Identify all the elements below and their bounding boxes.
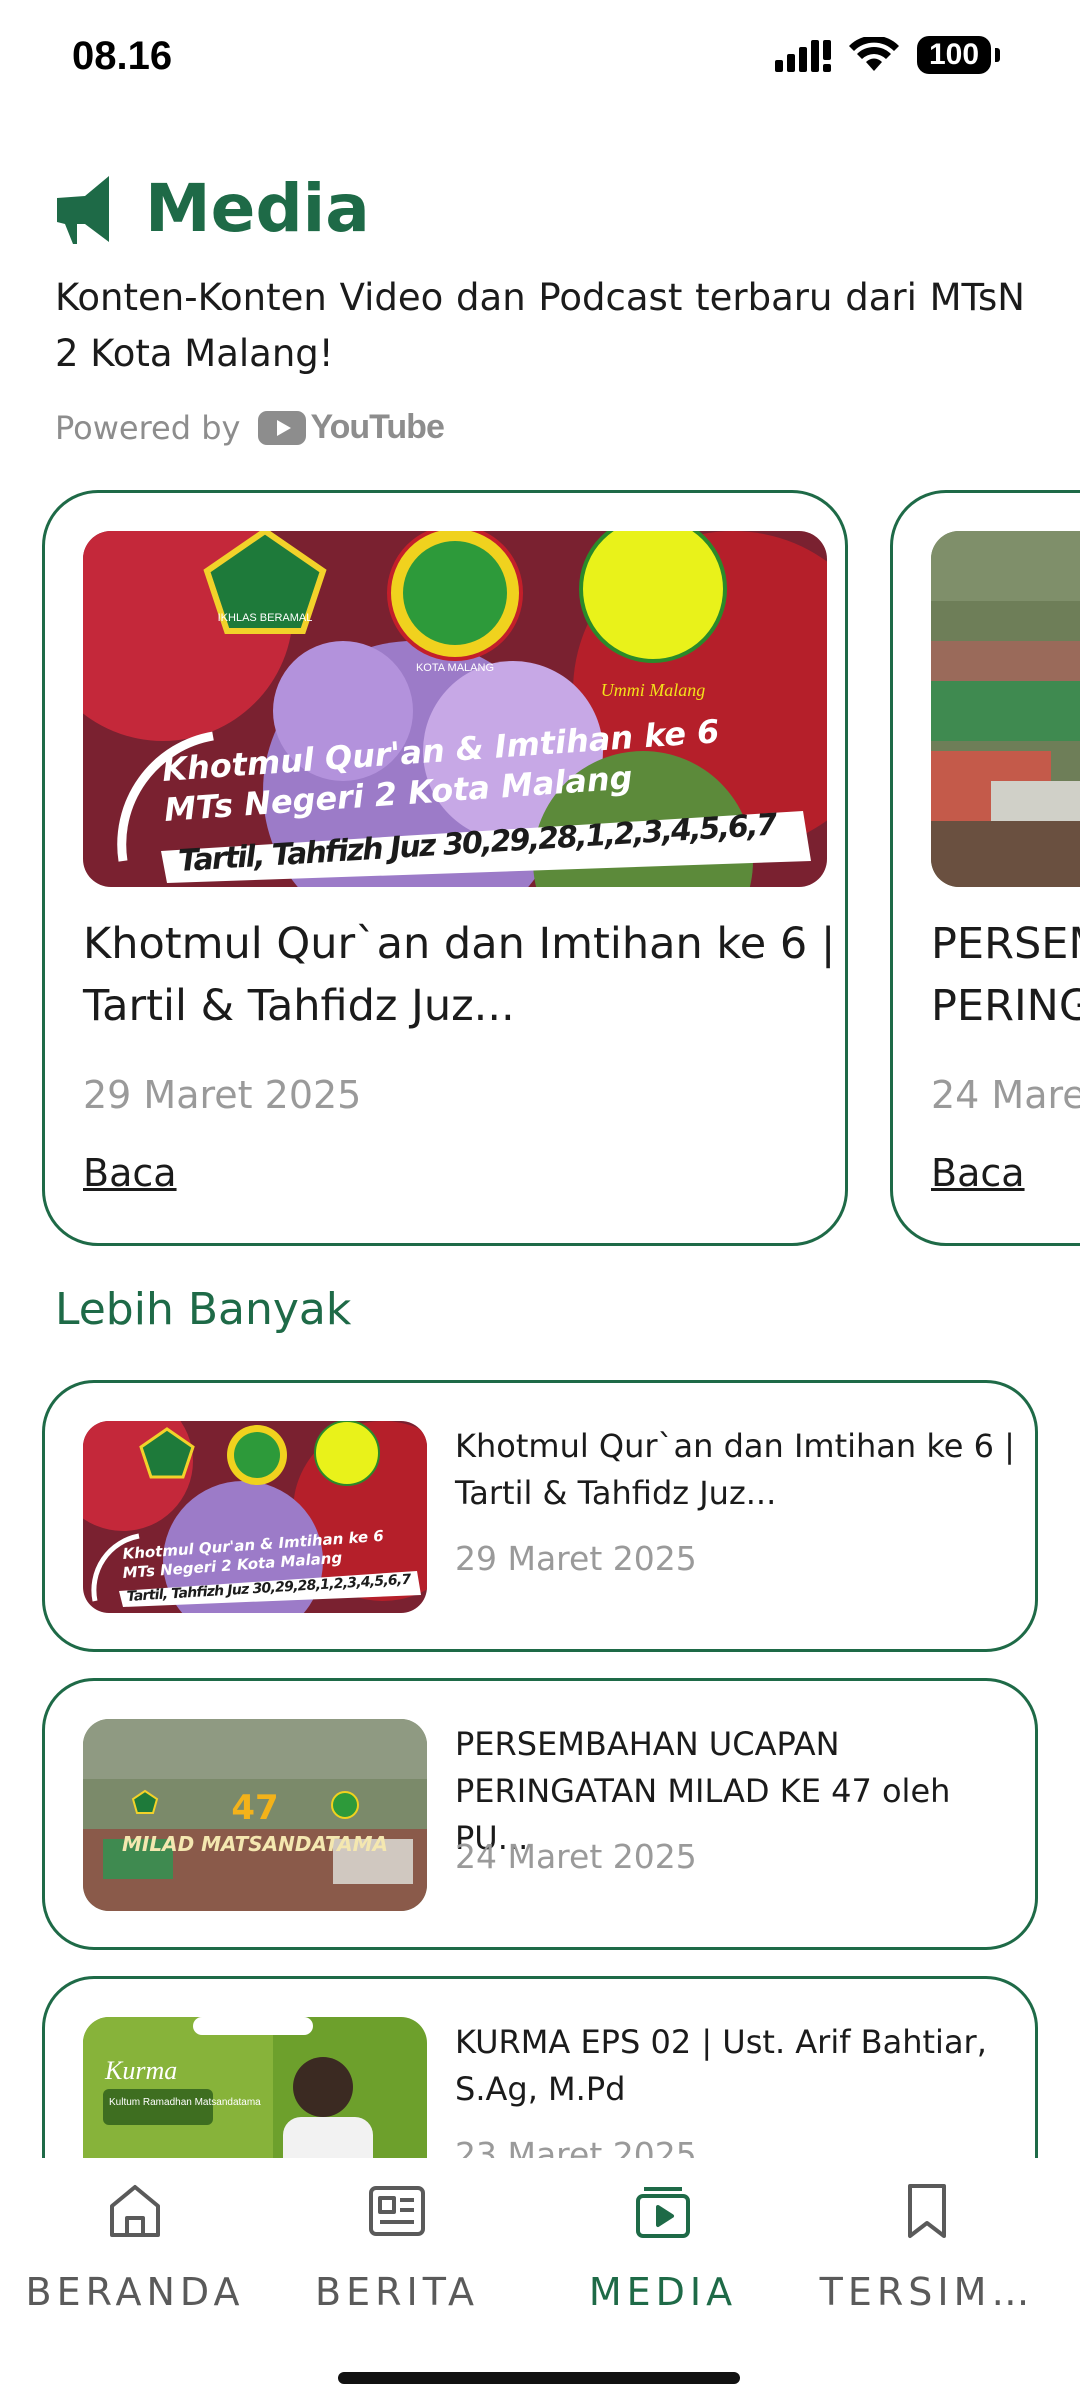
featured-thumbnail[interactable] [931, 531, 1080, 887]
page-subtitle: Konten-Konten Video dan Podcast terbaru … [55, 276, 1025, 375]
thumbnail-image: Kurma Kultum Ramadhan Matsandatama [83, 2017, 427, 2158]
page-header: Media [55, 170, 370, 247]
status-time: 08.16 [72, 34, 173, 78]
youtube-icon [258, 410, 307, 445]
milad-text: MILAD MATSANDATAMA [122, 1832, 388, 1856]
featured-thumbnail[interactable]: IKHLAS BERAMAL KOTA MALANG Ummi Malang K… [83, 531, 827, 887]
home-icon [110, 2185, 160, 2237]
read-link[interactable]: Baca [83, 1151, 177, 1195]
featured-carousel[interactable]: IKHLAS BERAMAL KOTA MALANG Ummi Malang K… [0, 490, 1080, 1256]
milad-number: 47 [231, 1788, 278, 1828]
home-indicator[interactable] [338, 2372, 740, 2384]
status-icons: 100 [775, 36, 1000, 74]
featured-card[interactable]: PERSEMBAHAN UCAPAN PERINGATAN MILAD KE 4… [890, 490, 1080, 1246]
battery-tip [995, 48, 1000, 62]
featured-title[interactable]: Khotmul Qur`an dan Imtihan ke 6 | Tartil… [83, 913, 843, 1037]
nav-label: TERSIM… [819, 2270, 1035, 2314]
nav-label: BERANDA [25, 2270, 245, 2314]
nav-item-tersimpan[interactable]: TERSIM… [792, 2180, 1062, 2314]
powered-by: Powered by YouTube [55, 408, 445, 447]
bookmark-icon [908, 2184, 946, 2238]
nav-item-beranda[interactable]: BERANDA [0, 2180, 270, 2314]
list-item-title[interactable]: KURMA EPS 02 | Ust. Arif Bahtiar, S.Ag, … [455, 2019, 1015, 2113]
featured-date: 29 Maret 2025 [83, 1073, 362, 1117]
featured-title[interactable]: PERSEMBAHAN UCAPAN PERINGATAN MILAD KE 4… [931, 913, 1080, 1037]
list-thumbnail[interactable]: 47 MILAD MATSANDATAMA [83, 1719, 427, 1911]
youtube-logo: YouTube [258, 408, 445, 447]
read-link[interactable]: Baca [931, 1151, 1025, 1195]
kurma-title: Kurma [104, 2056, 177, 2085]
video-library-icon [636, 2187, 690, 2238]
section-title: Lebih Banyak [55, 1284, 352, 1335]
thumbnail-image: IKHLAS BERAMAL KOTA MALANG Ummi Malang K… [83, 531, 827, 887]
nav-item-media[interactable]: MEDIA [528, 2180, 798, 2314]
featured-card[interactable]: IKHLAS BERAMAL KOTA MALANG Ummi Malang K… [42, 490, 848, 1246]
thumbnail-image: Khotmul Qur'an & Imtihan ke 6 MTs Negeri… [83, 1421, 427, 1613]
list-thumbnail[interactable]: Kurma Kultum Ramadhan Matsandatama [83, 2017, 427, 2158]
list-thumbnail[interactable]: Khotmul Qur'an & Imtihan ke 6 MTs Negeri… [83, 1421, 427, 1613]
signal-icon [775, 40, 831, 72]
battery-indicator: 100 [917, 36, 991, 74]
nav-label: BERITA [315, 2270, 479, 2314]
youtube-wordmark: YouTube [310, 408, 444, 446]
list-item-date: 29 Maret 2025 [455, 1539, 697, 1578]
nav-label: MEDIA [588, 2270, 738, 2314]
badge3-text: Ummi Malang [601, 680, 706, 700]
nav-item-berita[interactable]: BERITA [262, 2180, 532, 2314]
thumbnail-image [931, 531, 1080, 887]
bottom-nav: BERANDA BERITA MEDIA TERSIM… [0, 2158, 1080, 2400]
newspaper-icon [369, 2186, 425, 2236]
badge2-text: KOTA MALANG [416, 662, 494, 674]
list-item-title[interactable]: Khotmul Qur`an dan Imtihan ke 6 | Tartil… [455, 1423, 1015, 1517]
featured-date: 24 Maret 2025 [931, 1073, 1080, 1117]
list-item-date: 24 Maret 2025 [455, 1837, 697, 1876]
wifi-icon [849, 37, 899, 71]
badge1-text: IKHLAS BERAMAL [218, 612, 313, 624]
list-item[interactable]: 47 MILAD MATSANDATAMA PERSEMBAHAN UCAPAN… [42, 1678, 1038, 1950]
thumbnail-image: 47 MILAD MATSANDATAMA [83, 1719, 427, 1911]
page-title: Media [145, 170, 370, 247]
powered-by-label: Powered by [55, 408, 241, 447]
list-item[interactable]: Kurma Kultum Ramadhan Matsandatama KURMA… [42, 1976, 1038, 2158]
media-list[interactable]: Khotmul Qur'an & Imtihan ke 6 MTs Negeri… [0, 1380, 1080, 2158]
status-bar: 08.16 100 [0, 0, 1080, 120]
megaphone-icon [57, 175, 109, 244]
list-item-date: 23 Maret 2025 [455, 2135, 697, 2158]
kurma-sub: Kultum Ramadhan Matsandatama [109, 2097, 261, 2108]
list-item[interactable]: Khotmul Qur'an & Imtihan ke 6 MTs Negeri… [42, 1380, 1038, 1652]
